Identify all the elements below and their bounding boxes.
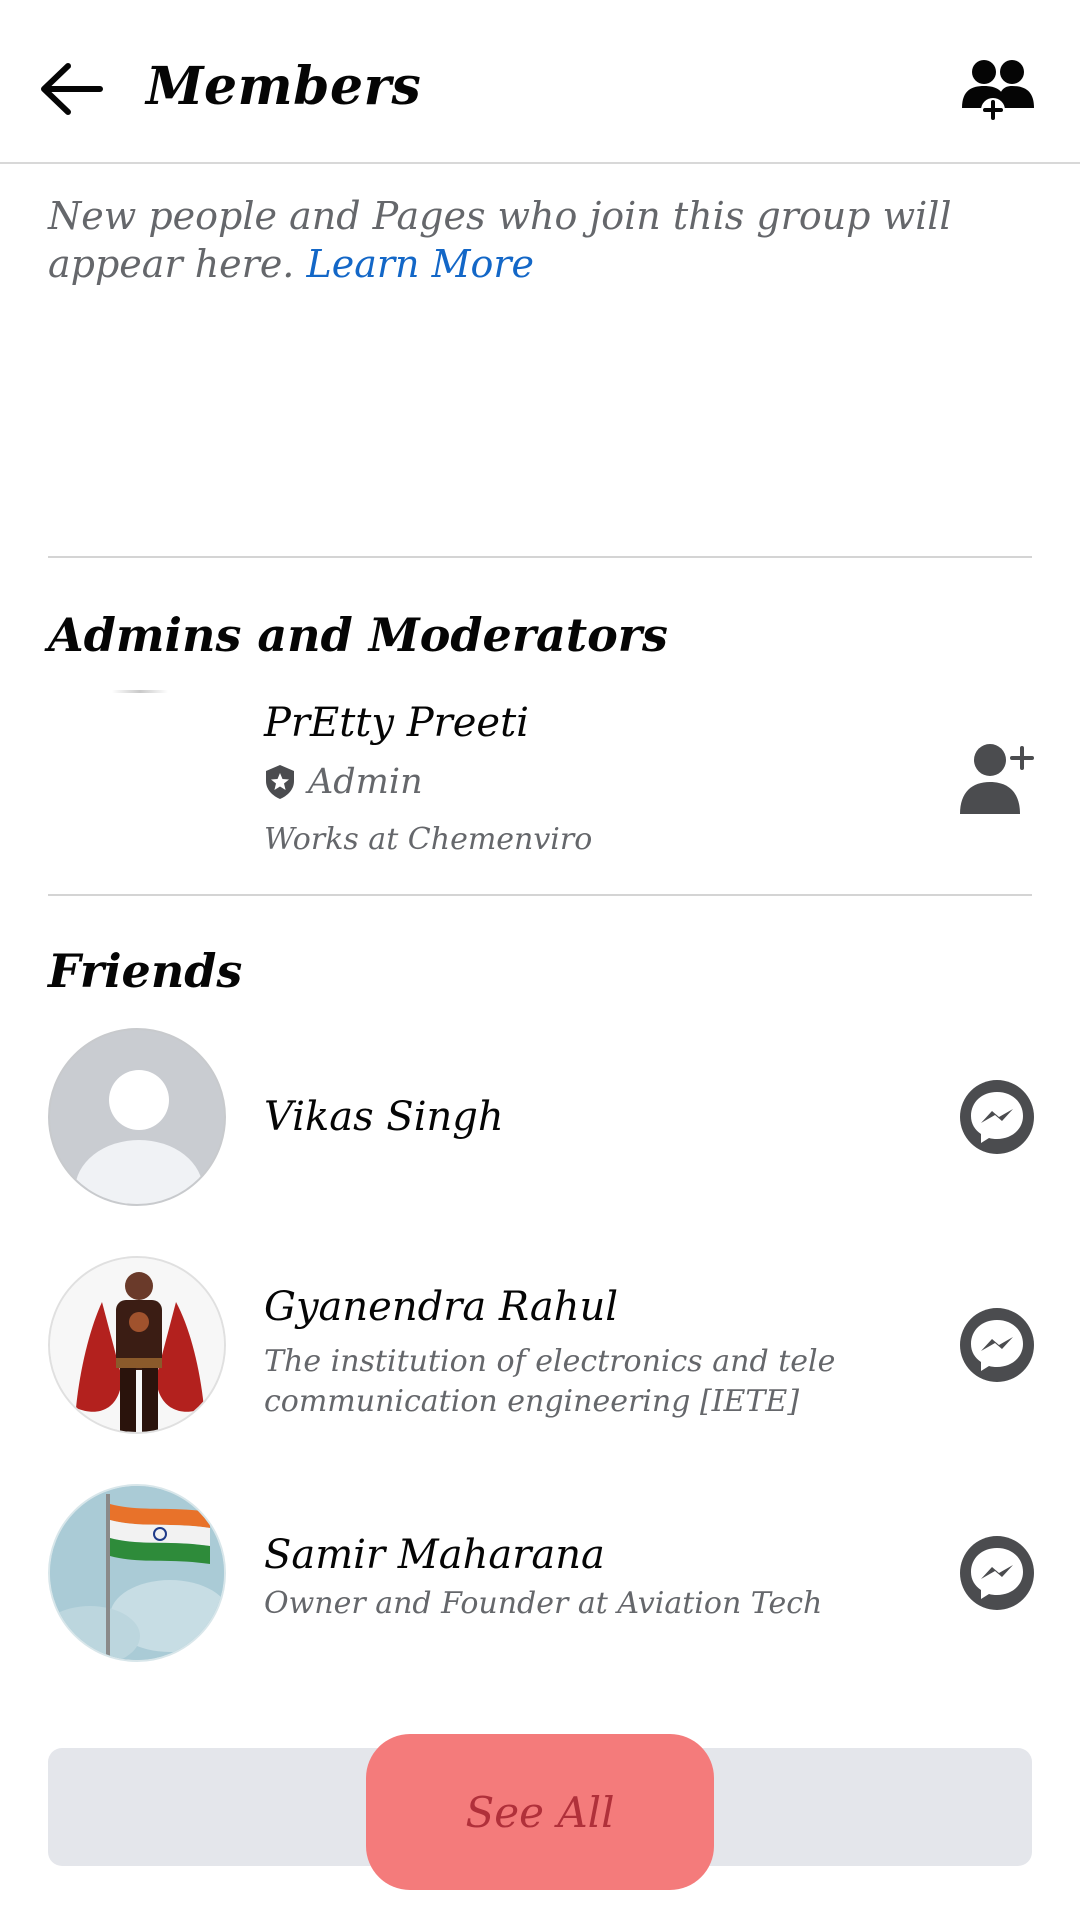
message-button[interactable] <box>960 1080 1034 1154</box>
admin-role-label: Admin <box>308 762 423 802</box>
top-app-bar: Members <box>0 0 1080 164</box>
back-arrow-icon <box>41 63 103 115</box>
admin-workplace: Works at Chemenviro <box>264 822 593 857</box>
divider <box>48 556 1032 558</box>
admin-name[interactable]: PrEtty Preeti <box>264 700 529 746</box>
messenger-icon <box>971 1320 1023 1371</box>
divider <box>48 894 1032 896</box>
admin-role-badge: Admin <box>264 762 423 802</box>
friend-avatar-gyanendra-rahul[interactable] <box>48 1256 226 1434</box>
add-friend-icon <box>960 744 1034 814</box>
see-all-label[interactable]: See All <box>366 1734 714 1890</box>
back-button[interactable] <box>36 58 106 120</box>
friend-subtitle: Owner and Founder at Aviation Tech <box>264 1586 823 1621</box>
friend-subtitle: The institution of electronics and tele … <box>264 1344 836 1419</box>
friend-name[interactable]: Vikas Singh <box>264 1094 504 1140</box>
friend-avatar-samir-maharana[interactable] <box>48 1484 226 1662</box>
page-title: Members <box>146 56 422 117</box>
profile-photo <box>50 1258 224 1432</box>
admins-section-title: Admins and Moderators <box>48 608 668 662</box>
invite-members-button[interactable] <box>960 56 1036 126</box>
admin-shield-icon <box>266 765 294 799</box>
invite-members-icon <box>962 60 1034 122</box>
learn-more-link[interactable]: Learn More <box>306 242 534 286</box>
friend-avatar-vikas-singh[interactable] <box>48 1028 226 1206</box>
message-button[interactable] <box>960 1308 1034 1382</box>
friend-name[interactable]: Samir Maharana <box>264 1532 605 1578</box>
messenger-icon <box>971 1548 1023 1599</box>
message-button[interactable] <box>960 1536 1034 1610</box>
group-join-info: New people and Pages who join this group… <box>48 192 1038 288</box>
profile-photo <box>50 1486 224 1660</box>
add-friend-button[interactable] <box>956 742 1036 818</box>
friend-name[interactable]: Gyanendra Rahul <box>264 1284 618 1330</box>
messenger-icon <box>971 1092 1023 1143</box>
default-profile-icon <box>75 1070 203 1204</box>
friends-section-title: Friends <box>48 944 243 998</box>
admin-avatar[interactable] <box>112 690 168 693</box>
